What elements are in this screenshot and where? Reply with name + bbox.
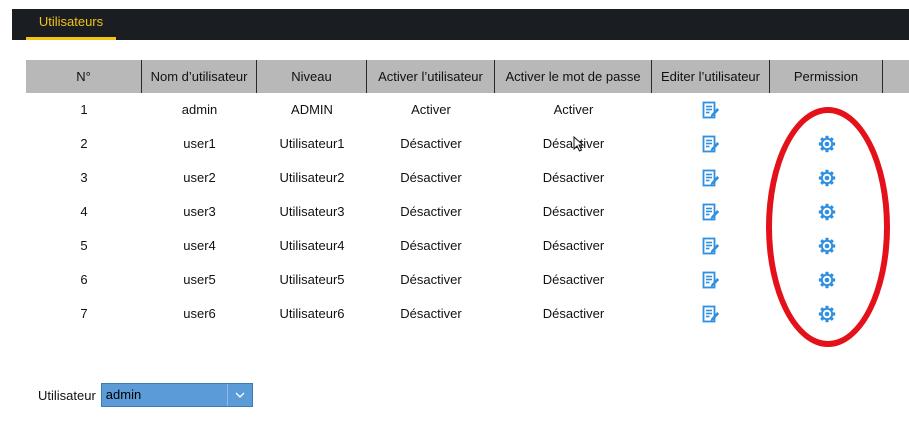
user-select-value: admin [105, 387, 142, 402]
row-number: 2 [80, 136, 88, 151]
table-row: 4 user3 Utilisateur3 Désactiver Désactiver [26, 195, 909, 229]
row-username: user5 [183, 272, 216, 287]
row-user-status: Désactiver [400, 272, 462, 287]
row-username: user1 [183, 136, 216, 151]
row-password-status: Désactiver [542, 306, 605, 321]
table-row: 1 admin ADMIN Activer Activer [26, 93, 909, 127]
row-edit-cell [652, 297, 770, 331]
row-permission-cell [770, 263, 883, 297]
user-selector: Utilisateur admin [38, 383, 253, 407]
gear-icon[interactable] [818, 169, 836, 187]
row-user-status: Activer [411, 102, 451, 117]
user-select-dropdown[interactable]: admin [100, 383, 253, 407]
row-edit-cell [652, 263, 770, 297]
row-number: 5 [80, 238, 88, 253]
edit-icon[interactable] [702, 135, 720, 154]
gear-icon[interactable] [818, 271, 836, 289]
row-user-status: Désactiver [400, 204, 462, 219]
column-header-enable-user: Activer l’utilisateur [367, 60, 495, 93]
chevron-down-icon[interactable] [226, 384, 252, 406]
table-row: 7 user6 Utilisateur6 Désactiver Désactiver [26, 297, 909, 331]
edit-icon[interactable] [702, 305, 720, 324]
row-permission-cell [770, 127, 883, 161]
tab-utilisateurs[interactable]: Utilisateurs [26, 9, 116, 40]
table-row: 5 user4 Utilisateur4 Désactiver Désactiver [26, 229, 909, 263]
row-user-status: Désactiver [400, 238, 462, 253]
row-username: user3 [183, 204, 216, 219]
table-header: N° Nom d’utilisateur Niveau Activer l’ut… [26, 60, 909, 93]
row-edit-cell [652, 195, 770, 229]
edit-icon[interactable] [702, 271, 720, 290]
edit-icon[interactable] [702, 169, 720, 188]
row-number: 1 [80, 102, 88, 117]
users-table: N° Nom d’utilisateur Niveau Activer l’ut… [26, 60, 909, 331]
row-level: Utilisateur5 [279, 272, 345, 287]
row-password-status: Désactiver [542, 272, 605, 287]
row-permission-cell [770, 93, 883, 127]
row-edit-cell [652, 229, 770, 263]
table-row: 2 user1 Utilisateur1 Désactiver Désactiver [26, 127, 909, 161]
row-number: 7 [80, 306, 88, 321]
table-row: 3 user2 Utilisateur2 Désactiver Désactiver [26, 161, 909, 195]
column-header-extra [883, 60, 909, 93]
user-selector-label: Utilisateur [38, 387, 96, 403]
row-number: 4 [80, 204, 88, 219]
row-username: user2 [183, 170, 216, 185]
gear-icon[interactable] [818, 203, 836, 221]
row-password-status: Désactiver [542, 170, 605, 185]
tab-active-indicator [26, 37, 116, 40]
row-number: 3 [80, 170, 88, 185]
table-row: 6 user5 Utilisateur5 Désactiver Désactiver [26, 263, 909, 297]
column-header-enable-password: Activer le mot de passe [495, 60, 652, 93]
row-permission-cell [770, 229, 883, 263]
row-username: user4 [183, 238, 216, 253]
table-body: 1 admin ADMIN Activer Activer 2 user1 Utilisate… [26, 93, 909, 331]
edit-icon[interactable] [702, 101, 720, 120]
column-header-permission: Permission [770, 60, 883, 93]
column-header-level: Niveau [257, 60, 367, 93]
row-user-status: Désactiver [400, 136, 462, 151]
row-level: ADMIN [291, 102, 333, 117]
row-password-status: Désactiver [542, 238, 605, 253]
row-level: Utilisateur1 [279, 136, 345, 151]
mouse-cursor-icon [573, 135, 585, 157]
row-password-status: Désactiver [542, 204, 605, 219]
row-edit-cell [652, 93, 770, 127]
row-permission-cell [770, 297, 883, 331]
row-number: 6 [80, 272, 88, 287]
gear-icon[interactable] [818, 237, 836, 255]
column-header-username: Nom d’utilisateur [142, 60, 257, 93]
gear-icon[interactable] [818, 135, 836, 153]
gear-icon[interactable] [818, 305, 836, 323]
row-level: Utilisateur4 [279, 238, 345, 253]
column-header-number: N° [26, 60, 142, 93]
row-username: admin [181, 102, 218, 117]
row-username: user6 [183, 306, 216, 321]
row-permission-cell [770, 195, 883, 229]
column-header-edit-user: Editer l’utilisateur [652, 60, 770, 93]
row-edit-cell [652, 127, 770, 161]
row-user-status: Désactiver [400, 170, 462, 185]
row-level: Utilisateur2 [279, 170, 345, 185]
edit-icon[interactable] [702, 237, 720, 256]
row-password-status: Activer [553, 102, 594, 117]
top-bar: Utilisateurs [12, 9, 909, 40]
row-permission-cell [770, 161, 883, 195]
row-level: Utilisateur3 [279, 204, 345, 219]
row-edit-cell [652, 161, 770, 195]
row-level: Utilisateur6 [279, 306, 345, 321]
edit-icon[interactable] [702, 203, 720, 222]
row-user-status: Désactiver [400, 306, 462, 321]
